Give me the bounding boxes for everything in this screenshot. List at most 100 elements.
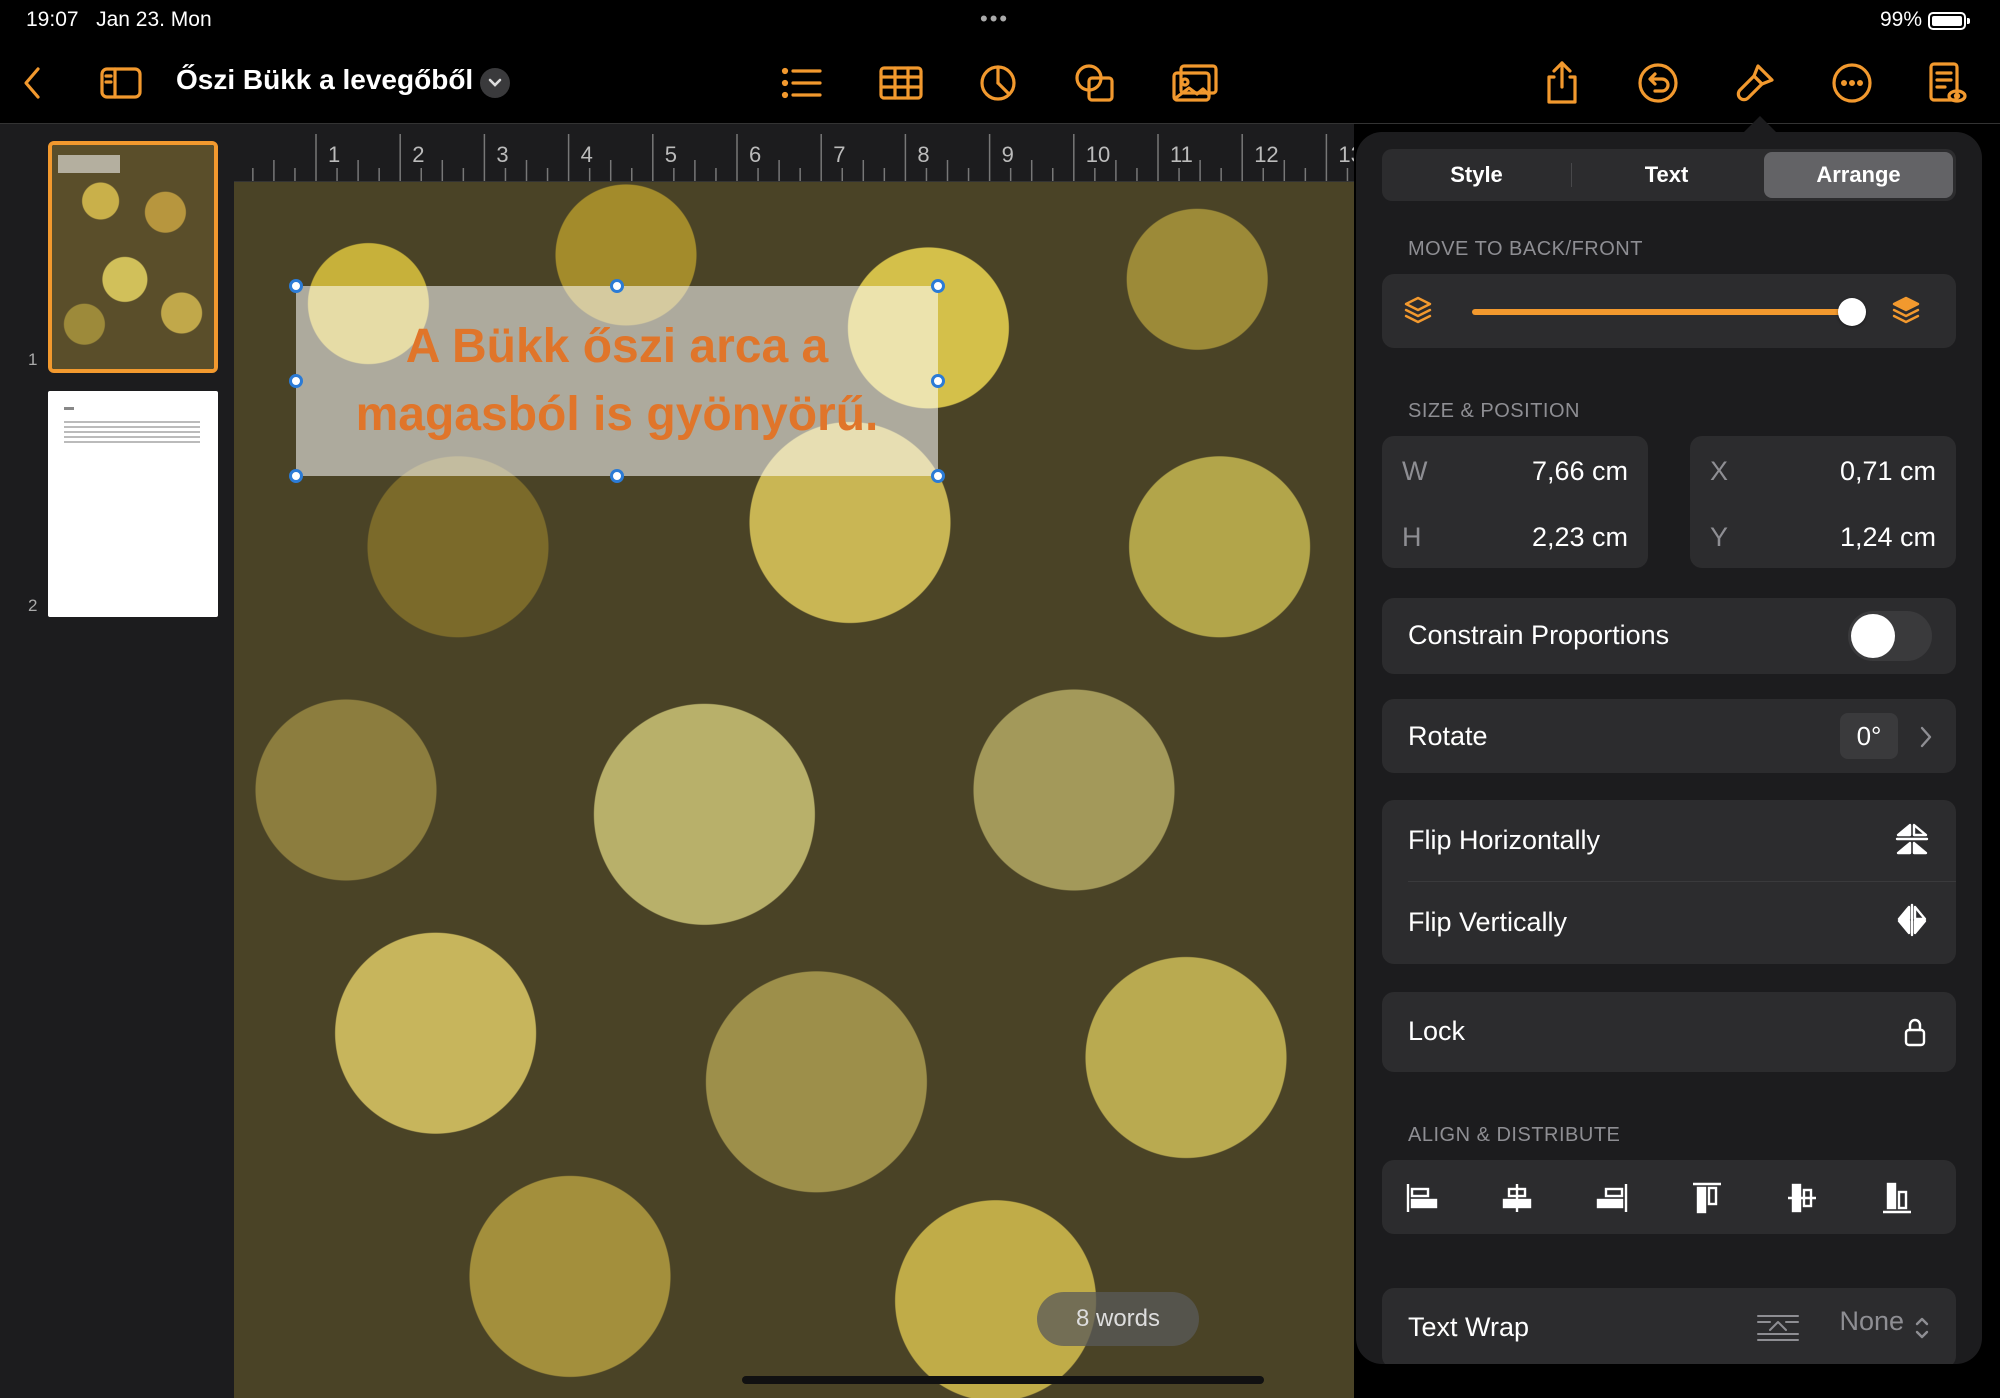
lock-row[interactable]: Lock <box>1382 992 1956 1072</box>
battery-percent: 99% <box>1879 8 1922 31</box>
size-section-label: SIZE & POSITION <box>1408 400 1580 422</box>
sidebar-toggle-icon[interactable] <box>96 58 146 108</box>
chart-icon[interactable] <box>973 58 1023 108</box>
horizontal-ruler: 12345678910111213 <box>234 124 1354 182</box>
move-to-back-icon[interactable] <box>1400 292 1436 328</box>
move-to-front-icon[interactable] <box>1888 292 1924 328</box>
more-icon[interactable] <box>1827 58 1877 108</box>
page-thumbnails-sidebar: 1 2 <box>0 124 234 1398</box>
constrain-proportions-label: Constrain Proportions <box>1408 620 1670 650</box>
resize-handle-bottom-right[interactable] <box>931 469 945 483</box>
status-time: 19:07 Jan 23. Mon <box>26 8 212 31</box>
thumbnail-text-lines <box>64 421 200 423</box>
align-left-icon[interactable] <box>1402 1178 1442 1218</box>
ruler-number: 6 <box>749 142 762 167</box>
size-fields-card: W 7,66 cm H 2,23 cm <box>1382 436 1648 568</box>
align-center-icon[interactable] <box>1497 1178 1537 1218</box>
page-number-2: 2 <box>28 596 38 615</box>
ruler-number: 3 <box>496 142 509 167</box>
format-tabs: Style Text Arrange <box>1382 149 1956 201</box>
word-count-badge[interactable]: 8 words <box>1037 1292 1199 1346</box>
resize-handle-bottom[interactable] <box>610 469 624 483</box>
tab-arrange[interactable]: Arrange <box>1764 152 1953 198</box>
flip-divider <box>1408 881 1956 882</box>
ruler-number: 7 <box>833 142 846 167</box>
width-label: W <box>1402 456 1428 486</box>
height-field[interactable]: 2,23 cm <box>1532 522 1628 553</box>
undo-icon[interactable] <box>1633 58 1683 108</box>
resize-handle-top[interactable] <box>610 279 624 293</box>
ruler-number: 11 <box>1170 142 1193 167</box>
align-top-icon[interactable] <box>1687 1178 1727 1218</box>
page-number-1: 1 <box>28 350 38 369</box>
page-thumbnail-2[interactable] <box>48 391 218 617</box>
lock-icon[interactable] <box>1900 1014 1930 1050</box>
layer-slider-track[interactable] <box>1472 309 1852 315</box>
text-wrap-row[interactable]: Text Wrap None <box>1382 1288 1956 1364</box>
ruler-number: 2 <box>412 142 425 167</box>
y-field[interactable]: 1,24 cm <box>1840 522 1936 553</box>
flip-card: Flip Horizontally Flip Vertically <box>1382 800 1956 964</box>
selected-text-box[interactable]: A Bükk őszi arca a magasból is gyönyörű. <box>296 286 938 476</box>
media-icon[interactable] <box>1170 58 1220 108</box>
align-middle-icon[interactable] <box>1782 1178 1822 1218</box>
resize-handle-right[interactable] <box>931 374 945 388</box>
x-field[interactable]: 0,71 cm <box>1840 456 1936 487</box>
rotate-value[interactable]: 0° <box>1840 713 1898 759</box>
thumbnail-textbox <box>58 155 120 173</box>
shape-icon[interactable] <box>1070 58 1120 108</box>
constrain-proportions-row: Constrain Proportions <box>1382 598 1956 674</box>
format-brush-icon[interactable] <box>1730 58 1780 108</box>
layer-order-card <box>1382 274 1956 348</box>
lock-label: Lock <box>1408 1016 1466 1046</box>
flip-horizontal-icon[interactable] <box>1894 820 1930 856</box>
align-right-icon[interactable] <box>1592 1178 1632 1218</box>
rotate-row[interactable]: Rotate 0° <box>1382 699 1956 773</box>
text-box-content[interactable]: A Bükk őszi arca a magasból is gyönyörű. <box>337 313 897 449</box>
page-thumbnail-1[interactable] <box>48 141 218 373</box>
home-indicator[interactable] <box>742 1376 1264 1384</box>
position-fields-card: X 0,71 cm Y 1,24 cm <box>1690 436 1956 568</box>
share-icon[interactable] <box>1537 58 1587 108</box>
x-label: X <box>1710 456 1729 486</box>
height-label: H <box>1402 522 1422 552</box>
rotate-label: Rotate <box>1408 721 1488 751</box>
multitasking-dots[interactable]: ••• <box>980 6 1009 32</box>
text-wrap-value[interactable]: None <box>1839 1306 1904 1337</box>
ruler-number: 13 <box>1338 142 1354 167</box>
flip-vertically-label[interactable]: Flip Vertically <box>1408 907 1567 938</box>
document-title[interactable]: Őszi Bükk a levegőből <box>176 64 473 96</box>
align-section-label: ALIGN & DISTRIBUTE <box>1408 1124 1621 1146</box>
align-bottom-icon[interactable] <box>1877 1178 1917 1218</box>
constrain-proportions-toggle[interactable] <box>1848 611 1932 661</box>
flip-horizontally-label[interactable]: Flip Horizontally <box>1408 825 1600 856</box>
align-distribute-card <box>1382 1160 1956 1234</box>
tab-text[interactable]: Text <box>1572 149 1761 201</box>
ruler-number: 8 <box>917 142 930 167</box>
toolbar: Őszi Bükk a levegőből <box>0 40 2000 124</box>
flip-vertical-icon[interactable] <box>1894 902 1930 938</box>
layer-slider-knob[interactable] <box>1838 298 1866 326</box>
ruler-number: 4 <box>580 142 593 167</box>
text-wrap-label: Text Wrap <box>1408 1312 1530 1342</box>
status-bar: 19:07 Jan 23. Mon ••• 99% <box>0 0 2000 40</box>
resize-handle-top-left[interactable] <box>289 279 303 293</box>
title-menu-chevron-icon[interactable] <box>480 68 510 98</box>
width-field[interactable]: 7,66 cm <box>1532 456 1628 487</box>
resize-handle-left[interactable] <box>289 374 303 388</box>
table-icon[interactable] <box>876 58 926 108</box>
resize-handle-bottom-left[interactable] <box>289 469 303 483</box>
text-wrap-icon <box>1756 1310 1800 1346</box>
list-icon[interactable] <box>777 58 827 108</box>
tab-style[interactable]: Style <box>1382 149 1571 201</box>
chevron-right-icon <box>1916 723 1936 751</box>
reader-view-icon[interactable] <box>1922 58 1972 108</box>
toggle-knob <box>1851 614 1895 658</box>
document-canvas[interactable]: A Bükk őszi arca a magasból is gyönyörű.… <box>234 182 1354 1398</box>
battery-icon <box>1928 12 1970 30</box>
y-label: Y <box>1710 522 1729 552</box>
resize-handle-top-right[interactable] <box>931 279 945 293</box>
ruler-number: 12 <box>1254 142 1279 167</box>
back-icon[interactable] <box>8 58 58 108</box>
chevron-up-down-icon <box>1912 1314 1932 1342</box>
